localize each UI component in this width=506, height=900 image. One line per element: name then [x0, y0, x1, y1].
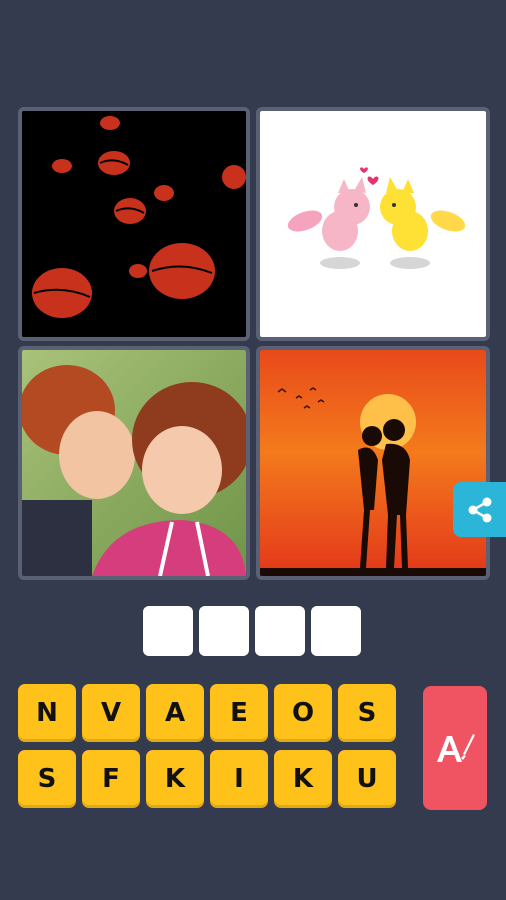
letter-hint-icon — [437, 734, 475, 762]
letter-key[interactable]: N — [18, 684, 76, 742]
cartoon-foxes-kissing-image — [260, 111, 486, 337]
picture-lips[interactable] — [18, 107, 250, 341]
letter-key[interactable]: F — [82, 750, 140, 808]
picture-sunset-couple[interactable] — [256, 346, 490, 580]
answer-slot[interactable] — [311, 606, 361, 656]
letter-key[interactable]: E — [210, 684, 268, 742]
share-button[interactable] — [453, 482, 506, 537]
picture-cartoon-foxes[interactable] — [256, 107, 490, 341]
letter-key[interactable]: K — [146, 750, 204, 808]
answer-slots — [143, 606, 361, 656]
couple-silhouette-sunset-image — [260, 350, 486, 576]
letter-key[interactable]: U — [338, 750, 396, 808]
letter-keyboard: N V A E O S S F K I K U — [18, 684, 396, 808]
letter-key[interactable]: S — [338, 684, 396, 742]
answer-slot[interactable] — [255, 606, 305, 656]
boy-kissing-girl-cheek-image — [22, 350, 246, 576]
letter-key[interactable]: O — [274, 684, 332, 742]
answer-slot[interactable] — [199, 606, 249, 656]
lips-kiss-marks-image — [22, 111, 246, 337]
share-icon — [468, 497, 491, 522]
letter-key[interactable]: K — [274, 750, 332, 808]
letter-key[interactable]: I — [210, 750, 268, 808]
letter-key[interactable]: V — [82, 684, 140, 742]
answer-slot[interactable] — [143, 606, 193, 656]
hint-button[interactable] — [423, 686, 487, 810]
picture-children-kiss[interactable] — [18, 346, 250, 580]
letter-key[interactable]: A — [146, 684, 204, 742]
letter-key[interactable]: S — [18, 750, 76, 808]
